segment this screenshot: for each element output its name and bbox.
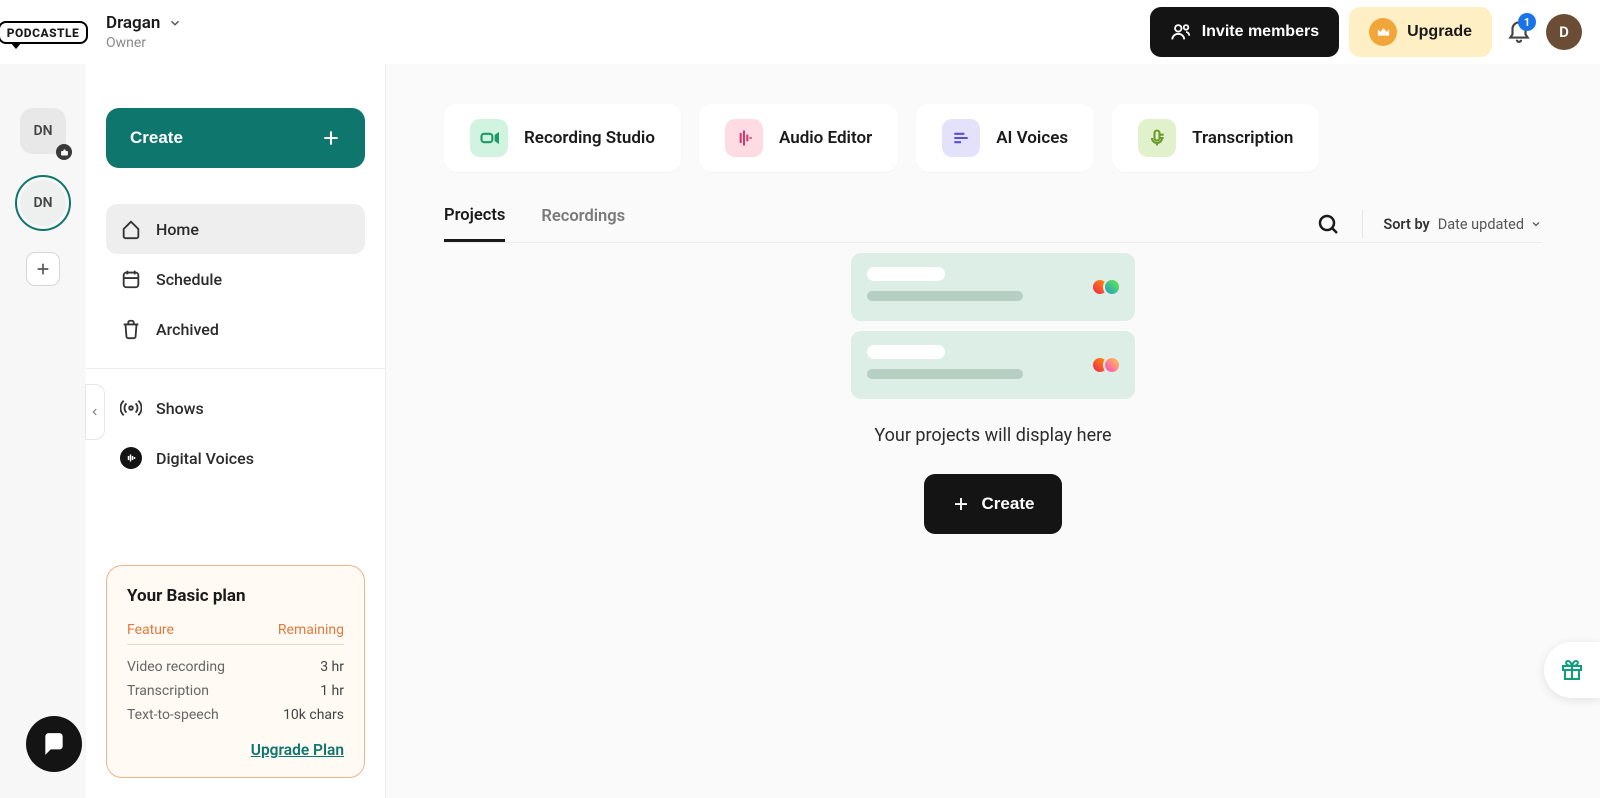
sidebar-item-label: Schedule — [156, 270, 222, 289]
card-label: AI Voices — [996, 128, 1068, 148]
vertical-separator — [1362, 210, 1363, 238]
plan-card: Your Basic plan Feature Remaining Video … — [106, 565, 365, 778]
notification-count-badge: 1 — [1518, 13, 1536, 31]
add-workspace-button[interactable] — [26, 252, 60, 286]
chevron-down-icon — [168, 16, 182, 30]
search-button[interactable] — [1314, 210, 1342, 238]
plan-title: Your Basic plan — [127, 586, 344, 606]
plan-feature-label: Text-to-speech — [127, 707, 219, 723]
chevron-down-icon — [1530, 218, 1542, 230]
divider — [86, 368, 385, 369]
workspace-name-label: Dragan — [106, 13, 160, 33]
people-icon — [1170, 21, 1192, 43]
invite-members-button[interactable]: Invite members — [1150, 7, 1339, 57]
workspace-badge-2-active[interactable]: DN — [20, 180, 66, 226]
tab-recordings[interactable]: Recordings — [541, 207, 625, 242]
trash-icon — [120, 318, 142, 340]
plan-remaining-value: 3 hr — [320, 659, 344, 675]
empty-state-text: Your projects will display here — [874, 425, 1111, 446]
rewards-button[interactable] — [1544, 642, 1600, 698]
sidebar-item-home[interactable]: Home — [106, 204, 365, 254]
waveform-icon — [120, 447, 142, 469]
plan-feature-label: Transcription — [127, 683, 209, 699]
plan-remaining-value: 1 hr — [320, 683, 344, 699]
sidebar-item-shows[interactable]: Shows — [106, 383, 365, 433]
sidebar-item-digital-voices[interactable]: Digital Voices — [106, 433, 365, 483]
main-content: Recording Studio Audio Editor AI Voices … — [386, 64, 1600, 798]
sort-by-label: Sort by — [1383, 216, 1429, 233]
projects-empty-state: Your projects will display here Create — [444, 253, 1542, 534]
user-avatar[interactable]: D — [1546, 14, 1582, 50]
sidebar-item-label: Home — [156, 220, 199, 239]
upgrade-label: Upgrade — [1407, 23, 1472, 41]
create-button-label: Create — [130, 128, 183, 148]
ai-voices-icon — [942, 119, 980, 157]
search-icon — [1316, 212, 1340, 236]
upgrade-plan-link[interactable]: Upgrade Plan — [127, 741, 344, 759]
gift-icon — [1560, 658, 1584, 682]
plan-row-transcription: Transcription 1 hr — [127, 679, 344, 703]
tabs-row: Projects Recordings Sort by Date updated — [444, 206, 1542, 243]
sidebar-item-schedule[interactable]: Schedule — [106, 254, 365, 304]
card-recording-studio[interactable]: Recording Studio — [444, 104, 681, 172]
quick-actions-row: Recording Studio Audio Editor AI Voices … — [444, 104, 1542, 172]
empty-state-create-button[interactable]: Create — [924, 474, 1063, 534]
plus-icon — [35, 261, 51, 277]
sidebar-item-label: Shows — [156, 399, 204, 418]
plus-icon — [321, 128, 341, 148]
plan-feature-label: Video recording — [127, 659, 225, 675]
briefcase-icon — [56, 144, 72, 160]
home-icon — [120, 218, 142, 240]
sidebar-item-label: Digital Voices — [156, 449, 254, 468]
collapse-sidebar-handle[interactable] — [85, 384, 105, 440]
sort-select[interactable]: Date updated — [1438, 216, 1542, 233]
workspace-badge-2-initials: DN — [33, 195, 52, 211]
chevron-left-icon — [90, 407, 100, 417]
plan-row-video: Video recording 3 hr — [127, 655, 344, 679]
card-label: Transcription — [1192, 128, 1293, 148]
empty-state-illustration — [851, 253, 1135, 399]
broadcast-icon — [120, 397, 142, 419]
calendar-icon — [120, 268, 142, 290]
chat-support-button[interactable] — [26, 716, 82, 772]
sidebar-item-archived[interactable]: Archived — [106, 304, 365, 354]
card-label: Audio Editor — [779, 128, 872, 148]
workspace-badge-1-initials: DN — [33, 123, 52, 139]
crown-icon — [1369, 18, 1397, 46]
transcription-icon — [1138, 119, 1176, 157]
plus-icon — [952, 495, 970, 513]
brand-logo[interactable]: PODCASTLE — [0, 21, 88, 44]
chat-icon — [41, 731, 67, 757]
workspace-badge-1[interactable]: DN — [20, 108, 66, 154]
card-audio-editor[interactable]: Audio Editor — [699, 104, 898, 172]
card-label: Recording Studio — [524, 128, 655, 148]
sidebar-item-label: Archived — [156, 320, 219, 339]
card-transcription[interactable]: Transcription — [1112, 104, 1319, 172]
workspace-switcher[interactable]: Dragan Owner — [86, 13, 182, 51]
create-button[interactable]: Create — [106, 108, 365, 168]
invite-members-label: Invite members — [1202, 23, 1319, 41]
sort-value-text: Date updated — [1438, 216, 1524, 233]
plan-head-remaining: Remaining — [278, 622, 344, 638]
plan-remaining-value: 10k chars — [283, 707, 344, 723]
brand-logo-area: PODCASTLE — [0, 0, 86, 64]
plan-head-feature: Feature — [127, 622, 174, 638]
audio-editor-icon — [725, 119, 763, 157]
sidebar: Create Home Schedule Archived — [86, 64, 386, 798]
upgrade-button[interactable]: Upgrade — [1349, 7, 1492, 57]
app-header: PODCASTLE Dragan Owner Invite members Up… — [0, 0, 1600, 64]
workspace-role-label: Owner — [106, 35, 182, 51]
tab-projects[interactable]: Projects — [444, 206, 505, 242]
notifications-button[interactable]: 1 — [1506, 17, 1532, 47]
studio-icon — [470, 119, 508, 157]
create-label: Create — [982, 494, 1035, 514]
plan-row-tts: Text-to-speech 10k chars — [127, 703, 344, 727]
card-ai-voices[interactable]: AI Voices — [916, 104, 1094, 172]
workspace-rail: DN DN — [0, 64, 86, 798]
